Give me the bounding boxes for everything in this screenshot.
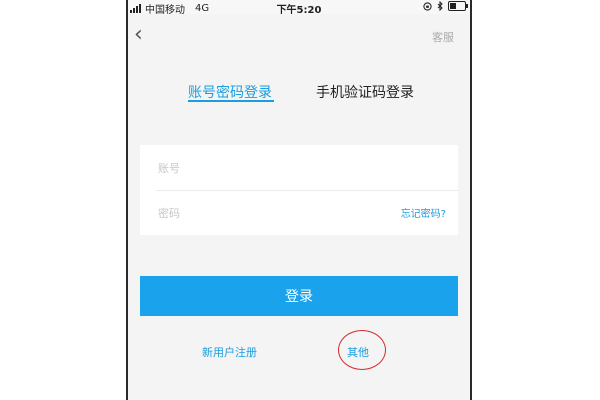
status-right [423, 1, 468, 11]
account-input[interactable] [156, 157, 360, 179]
annotation-circle [338, 330, 386, 370]
chevron-left-icon: ‹ [134, 22, 143, 47]
tab-sms-code-login[interactable]: 手机验证码登录 [316, 82, 414, 102]
status-bar: 中国移动 4G 下午5:20 [128, 0, 470, 16]
phone-screen: 中国移动 4G 下午5:20 ‹ 客服 账号密码登录 手机验证码登录 忘记密码? [128, 0, 470, 400]
back-button[interactable]: ‹ [134, 24, 154, 48]
status-time: 下午5:20 [276, 5, 322, 16]
bluetooth-icon [437, 1, 443, 11]
password-input[interactable] [156, 202, 360, 224]
password-field-row: 忘记密码? [140, 190, 458, 235]
register-link[interactable]: 新用户注册 [202, 344, 257, 360]
battery-icon [448, 1, 468, 11]
customer-service-link[interactable]: 客服 [432, 29, 454, 45]
login-button[interactable]: 登录 [140, 276, 458, 316]
active-tab-indicator [188, 100, 274, 102]
lock-rotation-icon [423, 1, 432, 11]
account-field-row [140, 145, 458, 190]
tab-account-password-login[interactable]: 账号密码登录 [188, 82, 272, 102]
forgot-password-link[interactable]: 忘记密码? [401, 205, 446, 220]
photo-frame-right-edge [470, 0, 472, 400]
login-form: 忘记密码? [140, 145, 458, 235]
